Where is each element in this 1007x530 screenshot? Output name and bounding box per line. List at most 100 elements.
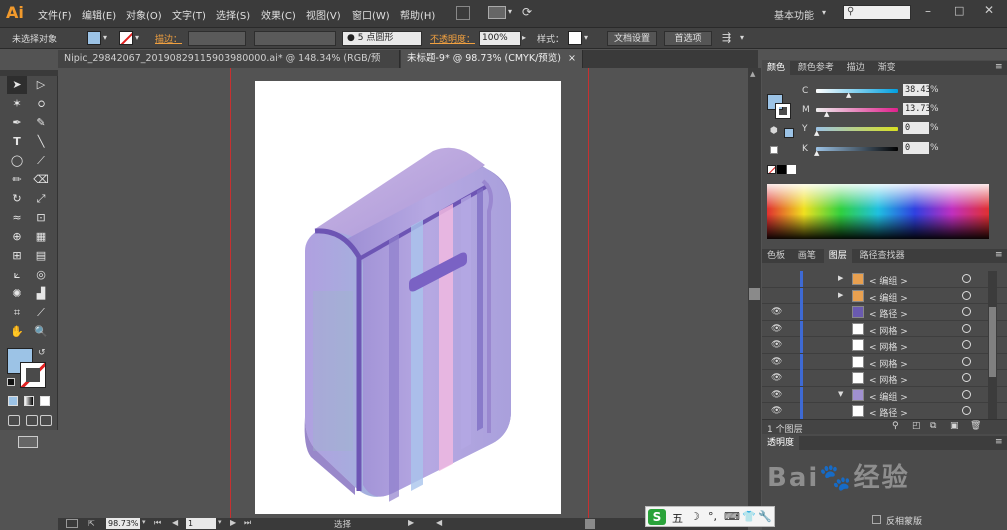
- channel-m-value[interactable]: 13.73: [903, 103, 931, 115]
- menu-view[interactable]: 视图(V): [306, 7, 341, 22]
- channel-m-handle[interactable]: ▲: [824, 110, 829, 118]
- maximize-button[interactable]: □: [954, 4, 964, 17]
- graph-tool-icon[interactable]: ▟: [31, 285, 51, 303]
- locate-object-icon[interactable]: ⚲: [892, 421, 899, 431]
- prev-artboard-icon[interactable]: ◀: [172, 518, 178, 527]
- draw-inside-icon[interactable]: [40, 415, 52, 426]
- tab-pathfinder[interactable]: 路径查找器: [855, 249, 910, 263]
- tab-gradient[interactable]: 渐变: [873, 61, 901, 75]
- arrange-documents-icon[interactable]: [488, 6, 506, 19]
- skin-icon[interactable]: 👕: [742, 510, 756, 523]
- status-mode[interactable]: 选择: [334, 518, 351, 530]
- none-swatch[interactable]: [767, 165, 776, 174]
- new-layer-icon[interactable]: ▣: [950, 421, 959, 431]
- perspective-grid-tool-icon[interactable]: ▦: [31, 228, 51, 246]
- panel-menu-icon[interactable]: ≡: [995, 437, 1003, 447]
- next-artboard-icon[interactable]: ▶: [230, 518, 236, 527]
- color-spectrum[interactable]: [767, 184, 989, 239]
- draw-behind-icon[interactable]: [26, 415, 38, 426]
- bridge-icon[interactable]: [456, 6, 470, 20]
- chevron-down-icon[interactable]: ▾: [740, 33, 744, 42]
- channel-y-value[interactable]: 0: [903, 122, 929, 134]
- last-artboard-icon[interactable]: ⏭: [244, 518, 251, 528]
- visibility-eye-icon[interactable]: 👁: [771, 324, 782, 334]
- target-circle-icon[interactable]: [962, 356, 971, 366]
- swap-fill-stroke-icon[interactable]: ↺: [38, 348, 46, 358]
- menu-object[interactable]: 对象(O): [126, 7, 162, 22]
- layer-row[interactable]: 👁 < 网格 >: [762, 370, 1007, 387]
- expand-arrow-icon[interactable]: ▶: [838, 274, 843, 282]
- minimize-button[interactable]: –: [925, 4, 931, 18]
- tab-color-guide[interactable]: 颜色参考: [793, 61, 839, 75]
- slice-tool-icon[interactable]: ⟋: [31, 304, 51, 322]
- artboard-nav-icon[interactable]: [66, 519, 78, 528]
- ime-halfwidth-icon[interactable]: ☽: [690, 510, 700, 523]
- chevron-down-icon[interactable]: ▾: [218, 518, 222, 526]
- menu-file[interactable]: 文件(F): [38, 7, 72, 22]
- tab-nipic-document[interactable]: Nipic_29842067_20190829115903980000.ai* …: [58, 50, 400, 82]
- tab-stroke[interactable]: 描边: [842, 61, 870, 75]
- gradient-tool-icon[interactable]: ▤: [31, 247, 51, 265]
- layer-name[interactable]: < 网格 >: [869, 357, 908, 370]
- panel-menu-icon[interactable]: ≡: [995, 250, 1003, 260]
- layer-name[interactable]: < 路径 >: [869, 307, 908, 320]
- invert-mask-checkbox[interactable]: [872, 515, 881, 524]
- mesh-tool-icon[interactable]: ⊞: [7, 247, 27, 265]
- layer-row[interactable]: ▶ < 编组 >: [762, 287, 1007, 304]
- vertical-scrollbar[interactable]: ▲: [748, 68, 761, 518]
- pencil-tool-icon[interactable]: ✏: [7, 171, 27, 189]
- workspace-switcher[interactable]: 基本功能: [774, 7, 814, 22]
- lasso-tool-icon[interactable]: ഠ: [31, 95, 51, 113]
- channel-k-handle[interactable]: ▲: [814, 149, 819, 157]
- menu-help[interactable]: 帮助(H): [400, 7, 435, 22]
- tab-transparency[interactable]: 透明度: [762, 436, 800, 450]
- stroke-color-box[interactable]: [20, 362, 46, 388]
- target-circle-icon[interactable]: [962, 307, 971, 316]
- ellipse-tool-icon[interactable]: ◯: [7, 152, 27, 170]
- layer-name[interactable]: < 编组 >: [869, 274, 908, 287]
- tab-swatches[interactable]: 色板: [762, 249, 790, 263]
- panel-menu-icon[interactable]: ≡: [995, 62, 1003, 72]
- stroke-color-box[interactable]: [775, 103, 791, 119]
- visibility-eye-icon[interactable]: 👁: [771, 373, 782, 383]
- artboard-tool-icon[interactable]: ⌗: [7, 304, 27, 322]
- rotate-tool-icon[interactable]: ↻: [7, 190, 27, 208]
- out-of-gamut-swatch[interactable]: [784, 128, 794, 138]
- menu-type[interactable]: 文字(T): [172, 7, 206, 22]
- make-clipping-mask-icon[interactable]: ◰: [912, 421, 921, 431]
- stroke-swatch-none[interactable]: [119, 31, 133, 45]
- layer-row[interactable]: 👁 ▼ < 编组 >: [762, 386, 1007, 403]
- menu-select[interactable]: 选择(S): [216, 7, 250, 22]
- target-circle-icon[interactable]: [962, 274, 971, 283]
- close-window-button[interactable]: ✕: [984, 3, 994, 17]
- suitcase-illustration[interactable]: [255, 81, 561, 514]
- ime-logo[interactable]: S: [648, 509, 666, 525]
- stroke-label[interactable]: 描边：: [155, 32, 182, 45]
- layer-row[interactable]: ▶ < 编组 >: [762, 271, 1007, 288]
- visibility-eye-icon[interactable]: 👁: [771, 406, 782, 416]
- width-tool-icon[interactable]: ≈: [7, 209, 27, 227]
- channel-y-handle[interactable]: ▲: [814, 129, 819, 137]
- chevron-down-icon[interactable]: ▾: [508, 7, 512, 16]
- expand-arrow-icon[interactable]: ▶: [838, 291, 843, 299]
- target-circle-icon[interactable]: [962, 323, 971, 333]
- channel-c-handle[interactable]: ▲: [846, 91, 851, 99]
- layers-scrollbar[interactable]: [988, 271, 997, 419]
- channel-y-slider[interactable]: [816, 127, 898, 131]
- target-circle-icon[interactable]: [962, 373, 971, 382]
- visibility-eye-icon[interactable]: 👁: [771, 357, 782, 367]
- layer-row[interactable]: 👁 < 网格 >: [762, 353, 1007, 370]
- scroll-up-icon[interactable]: ▲: [750, 70, 755, 78]
- chevron-down-icon[interactable]: ▾: [584, 33, 588, 42]
- chevron-right-icon[interactable]: ▶: [408, 518, 414, 527]
- line-segment-tool-icon[interactable]: ╲: [31, 133, 51, 151]
- opacity-label[interactable]: 不透明度：: [430, 32, 475, 45]
- chevron-down-icon[interactable]: ▾: [142, 518, 146, 526]
- blend-tool-icon[interactable]: ◎: [31, 266, 51, 284]
- layer-row[interactable]: 👁 < 路径 >: [762, 403, 1007, 420]
- document-setup-button[interactable]: 文档设置: [607, 31, 657, 46]
- tab-untitled-9[interactable]: 未标题-9* @ 98.73% (CMYK/预览) ×: [401, 50, 583, 68]
- expand-arrow-icon[interactable]: ▼: [838, 390, 843, 398]
- variable-width-profile[interactable]: [254, 31, 336, 46]
- fill-swatch[interactable]: [87, 31, 101, 45]
